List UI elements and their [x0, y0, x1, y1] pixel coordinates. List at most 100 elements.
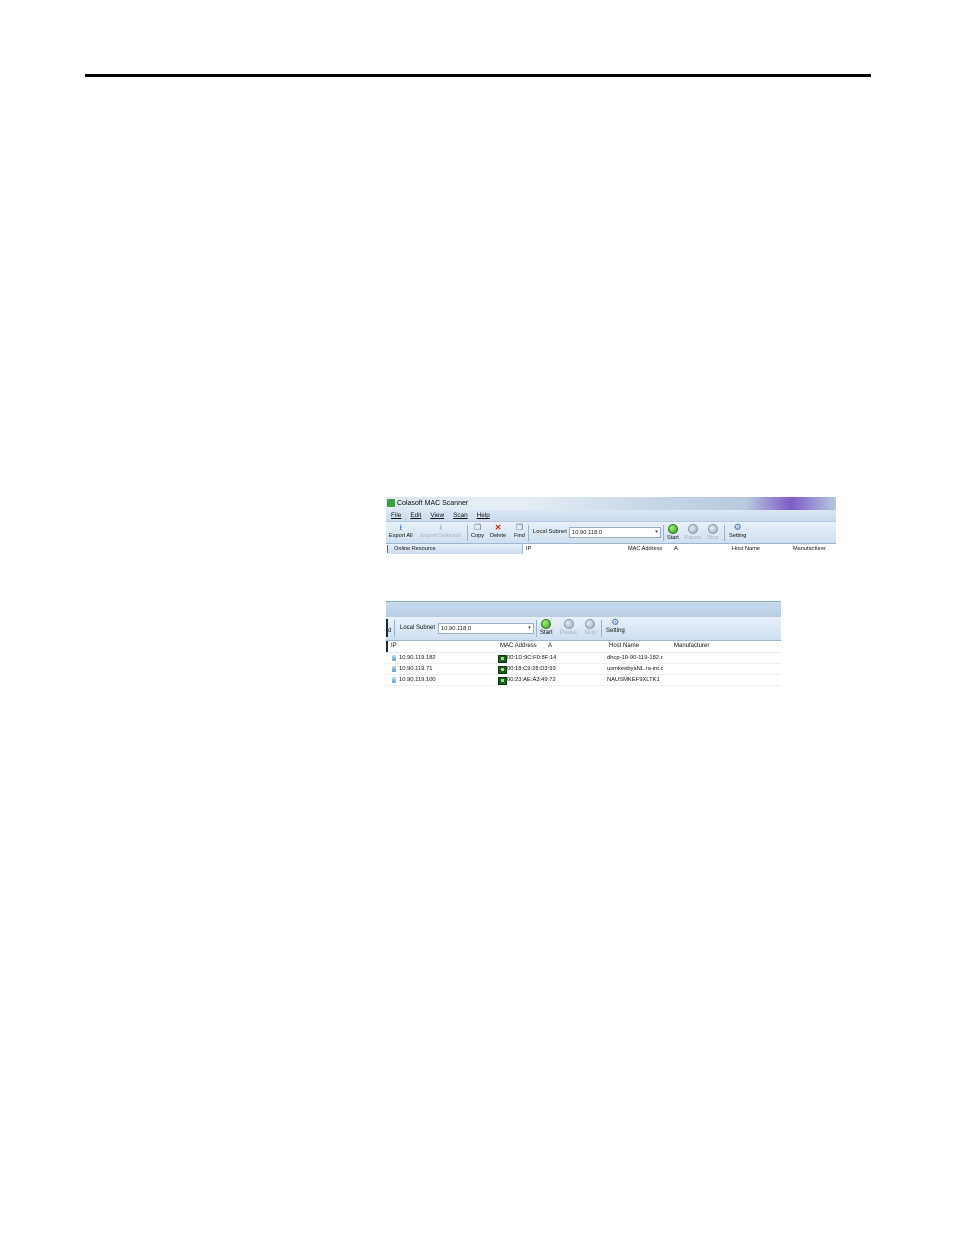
table-row[interactable]: 10.90.119.100 00:23:AE:A3:49:72 NAUSMKEF…	[386, 675, 781, 686]
device-icon	[392, 666, 396, 672]
pause-button[interactable]: Pause	[560, 617, 577, 636]
setting-label: Setting	[729, 533, 747, 539]
setting-button[interactable]: ⚙ Setting	[606, 617, 625, 635]
chevron-down-icon[interactable]: ▾	[654, 528, 659, 537]
copy-icon: ❐	[473, 523, 482, 532]
delete-label: Delete	[490, 533, 507, 539]
device-icon	[392, 677, 396, 683]
local-subnet-label: Local Subnet	[400, 625, 436, 631]
pause-button[interactable]: Pause	[685, 522, 701, 541]
copy-button[interactable]: ❐ Copy	[471, 522, 485, 540]
menu-view[interactable]: View	[430, 510, 444, 521]
network-card-icon	[498, 655, 507, 663]
chevron-down-icon[interactable]: ▾	[527, 624, 532, 633]
sort-indicator: A	[674, 546, 678, 552]
stop-button[interactable]: Stop	[707, 522, 719, 541]
column-mac-address[interactable]: MAC Address	[628, 544, 662, 554]
window-top-strip	[386, 601, 781, 617]
menu-file[interactable]: File	[391, 510, 401, 521]
export-all-button[interactable]: ⭳ Export All	[389, 522, 413, 540]
start-green-circle-icon	[667, 524, 678, 534]
toolbar: ⭳ Export All ⭳ Export Selected ❐ Copy ✕ …	[386, 522, 836, 544]
window-title: Colasoft MAC Scanner	[397, 500, 469, 507]
export-selected-icon: ⭳	[439, 523, 443, 532]
menu-edit[interactable]: Edit	[410, 510, 421, 521]
local-subnet-input[interactable]: 10.90.118.0	[438, 623, 534, 634]
setting-gear-icon: ⚙	[733, 522, 742, 532]
find-label: Find	[514, 533, 525, 539]
copy-label: Copy	[471, 533, 485, 539]
delete-button[interactable]: ✕ Delete	[490, 522, 507, 540]
delete-x-icon: ✕	[494, 523, 502, 532]
menu-scan[interactable]: Scan	[453, 510, 468, 521]
local-subnet-value: 10.90.118.0	[572, 530, 603, 536]
row-mac: 00:18:C9:28:D3:93	[507, 666, 556, 672]
find-icon: ❐	[515, 523, 524, 532]
row-host: NAUSMKEF9XLTK1	[607, 677, 660, 683]
setting-button[interactable]: ⚙ Setting	[729, 522, 747, 540]
sort-indicator: A	[548, 643, 553, 649]
row-host: dhcp-10-90-119-182.r	[607, 655, 663, 661]
column-manufacturer[interactable]: Manufacturer	[674, 641, 709, 652]
table-row[interactable]: 10.90.119.182 00:1D:9C:F0:8F:14 dhcp-10-…	[386, 653, 781, 664]
table-row[interactable]: 10.90.119.71 00:18:C9:28:D3:93 usmkeebya…	[386, 664, 781, 675]
setting-label: Setting	[606, 628, 625, 634]
local-subnet-input[interactable]: 10.90.118.0	[569, 527, 661, 538]
device-icon	[392, 655, 396, 661]
column-ip[interactable]: IP	[391, 641, 397, 652]
export-all-label: Export All	[389, 533, 413, 539]
toolbar-separator	[601, 620, 602, 637]
local-subnet-value: 10.90.118.0	[441, 626, 472, 632]
toolbar-separator	[663, 525, 664, 541]
row-ip: 10.90.119.182	[399, 655, 436, 661]
window-title-bar: Colasoft MAC Scanner	[386, 497, 836, 510]
column-ip[interactable]: IP	[526, 544, 531, 554]
menu-bar: File Edit View Scan Help	[386, 510, 836, 522]
setting-gear-icon: ⚙	[611, 617, 620, 627]
start-green-circle-icon	[541, 619, 552, 629]
row-mac: 00:1D:9C:F0:8F:14	[507, 655, 557, 661]
stop-icon	[707, 524, 718, 534]
menu-help[interactable]: Help	[477, 510, 490, 521]
export-selected-label: Export Selected	[421, 533, 461, 539]
pause-label: Pause	[685, 535, 701, 541]
column-host-name[interactable]: Host Name	[609, 641, 639, 652]
column-host-name[interactable]: Host Name	[732, 544, 760, 554]
stop-label: Stop	[584, 630, 597, 636]
start-button[interactable]: Start	[667, 522, 679, 541]
column-mac-address[interactable]: MAC Address	[500, 641, 537, 652]
pause-label: Pause	[560, 630, 578, 636]
mac-scanner-results-screenshot: d Local Subnet 10.90.118.0 ▾ Start Pause…	[386, 601, 781, 687]
truncated-label: d	[388, 628, 392, 634]
app-icon	[387, 499, 395, 507]
network-card-icon	[498, 677, 507, 685]
stop-label: Stop	[707, 535, 719, 541]
stop-button[interactable]: Stop	[584, 617, 596, 636]
window-edge	[386, 641, 388, 652]
row-host: usmkeebyaNL.ra-int.c	[607, 666, 664, 672]
network-card-icon	[498, 666, 507, 674]
start-label: Start	[667, 535, 679, 541]
online-resource-pane-header[interactable]: Online Resource	[388, 544, 523, 554]
table-header: IP MAC Address A Host Name Manufacturer	[386, 641, 781, 653]
export-selected-button[interactable]: ⭳ Export Selected	[421, 522, 461, 540]
local-subnet-label: Local Subnet	[533, 529, 567, 535]
stop-icon	[585, 619, 596, 629]
toolbar-separator	[467, 525, 468, 541]
toolbar-separator	[394, 620, 395, 637]
online-resource-label: Online Resource	[394, 546, 436, 552]
page-header-rule	[85, 74, 871, 77]
start-label: Start	[540, 630, 553, 636]
toolbar-separator	[536, 620, 537, 637]
column-manufacturer[interactable]: Manufacturer	[793, 544, 826, 554]
toolbar-separator	[528, 525, 529, 541]
find-button[interactable]: ❐ Find	[514, 522, 525, 540]
row-ip: 10.90.119.100	[399, 677, 436, 683]
export-icon: ⭳	[399, 523, 403, 532]
pause-icon	[687, 524, 698, 534]
start-button[interactable]: Start	[540, 617, 553, 636]
row-ip: 10.90.119.71	[399, 666, 433, 672]
toolbar-separator	[724, 525, 725, 541]
row-mac: 00:23:AE:A3:49:72	[507, 677, 556, 683]
table-header: Online Resource IP MAC Address A Host Na…	[386, 544, 836, 554]
